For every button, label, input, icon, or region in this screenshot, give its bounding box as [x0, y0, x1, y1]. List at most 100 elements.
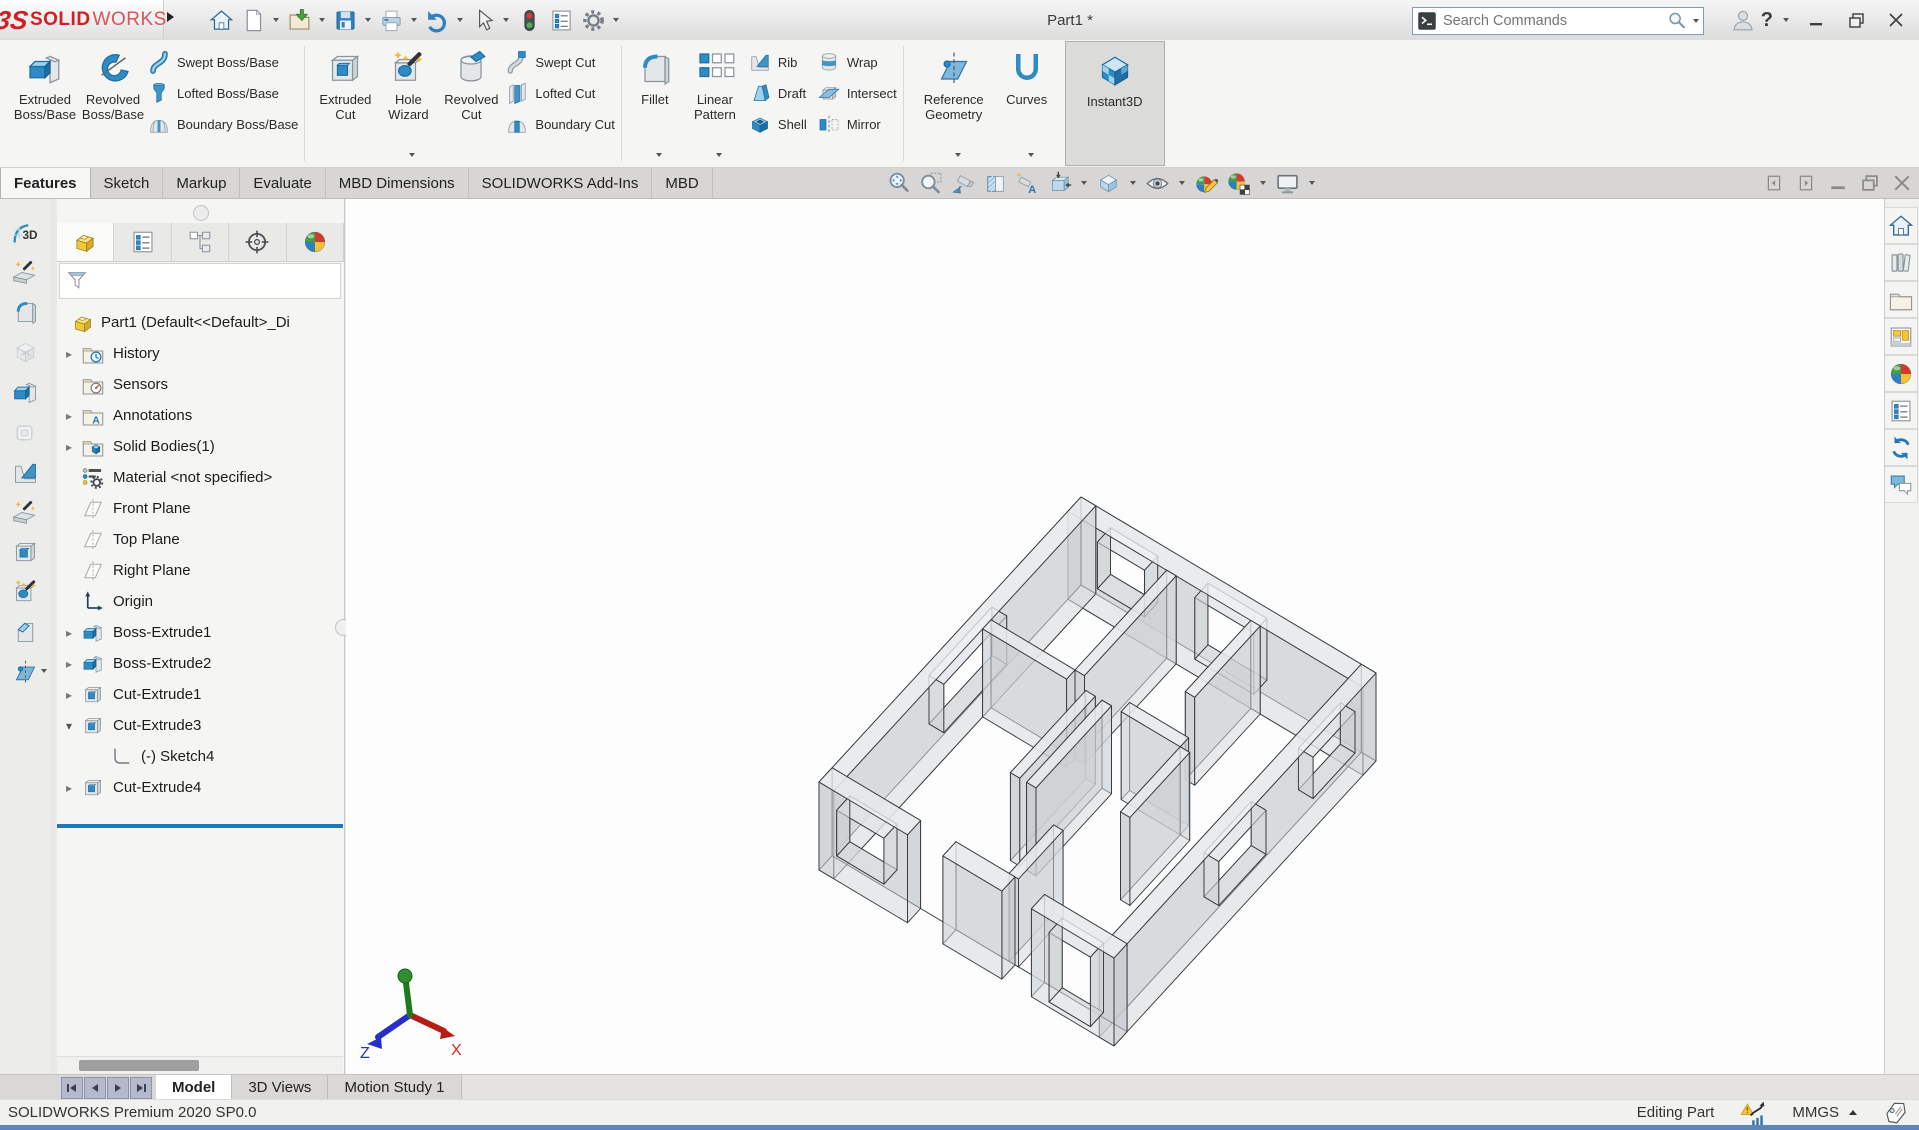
open-button[interactable]: [283, 4, 315, 36]
swept-boss-base-button[interactable]: Swept Boss/Base: [147, 50, 298, 74]
displaymanager-tab[interactable]: [287, 223, 344, 261]
tree-item-boss-extrude1[interactable]: ▸Boss-Extrude1: [57, 617, 344, 648]
tab-sketch[interactable]: Sketch: [91, 168, 164, 198]
reference-geometry-dropdown[interactable]: [955, 153, 961, 157]
tab-solidworks-addins[interactable]: SOLIDWORKS Add-Ins: [469, 168, 653, 198]
tree-item-cut-extrude4[interactable]: ▸Cut-Extrude4: [57, 772, 344, 803]
draft-button[interactable]: Draft: [748, 81, 807, 105]
save-button[interactable]: [329, 4, 361, 36]
tab-mbd[interactable]: MBD: [652, 168, 712, 198]
tab-evaluate[interactable]: Evaluate: [240, 168, 325, 198]
tree-item-cut-extrude1[interactable]: ▸Cut-Extrude1: [57, 679, 344, 710]
tree-item-origin[interactable]: Origin: [57, 586, 344, 617]
new-document-button[interactable]: [237, 4, 269, 36]
tab-model[interactable]: Model: [156, 1075, 232, 1100]
boundary-cut-button[interactable]: Boundary Cut: [505, 112, 615, 136]
section-view-button[interactable]: [981, 169, 1010, 197]
wrap-button[interactable]: Wrap: [817, 50, 897, 74]
performance-feedback-icon[interactable]: [1740, 1100, 1766, 1126]
configurationmanager-tab[interactable]: [172, 223, 229, 261]
swept-cut-button[interactable]: Swept Cut: [505, 50, 615, 74]
help-dropdown[interactable]: [1783, 18, 1789, 22]
tree-item-sensors[interactable]: Sensors: [57, 369, 344, 400]
hole-wizard-dropdown[interactable]: [409, 153, 415, 157]
tree-item-history[interactable]: ▸History: [57, 338, 344, 369]
revolved-cut-button[interactable]: Revolved Cut: [437, 42, 505, 162]
tree-item-annotations[interactable]: ▸Annotations: [57, 400, 344, 431]
tab-mbd-dimensions[interactable]: MBD Dimensions: [326, 168, 469, 198]
tree-filter-field[interactable]: [59, 263, 341, 299]
rib-button[interactable]: Rib: [748, 50, 807, 74]
collapse-pane-left-icon[interactable]: [1765, 174, 1783, 192]
edit-appearance-button[interactable]: [1192, 169, 1221, 197]
previous-view-button[interactable]: [949, 169, 978, 197]
display-style-button[interactable]: [1143, 169, 1172, 197]
shell-shortcut-button[interactable]: [8, 497, 42, 528]
hide-show-items-dropdown[interactable]: [1081, 181, 1087, 185]
file-properties-button[interactable]: [545, 4, 577, 36]
lofted-cut-button[interactable]: Lofted Cut: [505, 81, 615, 105]
view-settings-button[interactable]: [1273, 169, 1302, 197]
instant3d-button[interactable]: Instant3D: [1071, 44, 1159, 164]
reference-geometry-button[interactable]: Reference Geometry: [910, 42, 998, 162]
close-button[interactable]: [1879, 5, 1913, 35]
extruded-cut-button[interactable]: Extruded Cut: [311, 42, 379, 162]
collapse-arrow-icon[interactable]: ▾: [57, 719, 81, 733]
search-scope-icon[interactable]: [1417, 11, 1437, 31]
fillet-shortcut-button[interactable]: [8, 297, 42, 328]
appearances-scenes-button[interactable]: [1885, 355, 1918, 392]
select-dropdown[interactable]: [503, 18, 509, 22]
chamfer-shortcut-button[interactable]: [8, 617, 42, 648]
view-settings-dropdown[interactable]: [1309, 181, 1315, 185]
expand-arrow-icon[interactable]: ▸: [57, 409, 81, 423]
apply-scene-button[interactable]: [1224, 169, 1253, 197]
fillet-button[interactable]: Fillet: [628, 42, 682, 162]
expand-arrow-icon[interactable]: ▸: [57, 657, 81, 671]
print-dropdown[interactable]: [411, 18, 417, 22]
curves-dropdown[interactable]: [1028, 153, 1034, 157]
unit-system-selector[interactable]: MMGS: [1792, 1104, 1857, 1121]
save-dropdown[interactable]: [365, 18, 371, 22]
first-tab-button[interactable]: [61, 1077, 83, 1099]
taskpane-home-button[interactable]: [1885, 207, 1918, 244]
extruded-boss-base-button[interactable]: Extruded Boss/Base: [11, 42, 79, 162]
search-dropdown[interactable]: [1693, 19, 1699, 23]
expand-arrow-icon[interactable]: ▸: [57, 347, 81, 361]
smart-feature-button[interactable]: [8, 257, 42, 288]
tree-root-part[interactable]: Part1 (Default<<Default>_Di: [57, 307, 344, 338]
disabled-cube-button[interactable]: [8, 417, 42, 448]
fillet-dropdown[interactable]: [656, 153, 662, 157]
tab-features[interactable]: Features: [0, 168, 91, 198]
display-style-dropdown[interactable]: [1179, 181, 1185, 185]
view-orientation-button[interactable]: [1094, 169, 1123, 197]
zoom-to-area-button[interactable]: [917, 169, 946, 197]
viewport-canvas-3d-model[interactable]: [346, 199, 1884, 1075]
tag-icon[interactable]: [1883, 1100, 1909, 1126]
comments-button[interactable]: [1885, 466, 1918, 503]
options-dropdown[interactable]: [613, 18, 619, 22]
design-library-button[interactable]: [1885, 244, 1918, 281]
hide-show-items-button[interactable]: [1045, 169, 1074, 197]
doc-close-icon[interactable]: [1893, 174, 1911, 192]
rebuild-button[interactable]: [513, 4, 545, 36]
tree-item-material[interactable]: Material <not specified>: [57, 462, 344, 493]
tree-item-front-plane[interactable]: Front Plane: [57, 493, 344, 524]
tab-markup[interactable]: Markup: [163, 168, 240, 198]
3d-sketch-button[interactable]: [8, 217, 42, 248]
hole-wizard-shortcut-button[interactable]: [8, 577, 42, 608]
previous-tab-button[interactable]: [84, 1077, 106, 1099]
tree-item-right-plane[interactable]: Right Plane: [57, 555, 344, 586]
tree-item-top-plane[interactable]: Top Plane: [57, 524, 344, 555]
graphics-viewport[interactable]: X Z: [346, 199, 1884, 1075]
featuremanager-tab[interactable]: [57, 223, 114, 261]
expand-arrow-icon[interactable]: ▸: [57, 781, 81, 795]
select-button[interactable]: [467, 4, 499, 36]
hole-wizard-button[interactable]: Hole Wizard: [379, 42, 437, 162]
tree-item-solid-bodies[interactable]: ▸Solid Bodies(1): [57, 431, 344, 462]
rib-shortcut-button[interactable]: [8, 457, 42, 488]
revolved-boss-base-button[interactable]: Revolved Boss/Base: [79, 42, 147, 162]
search-input[interactable]: [1441, 12, 1667, 30]
boundary-boss-base-button[interactable]: Boundary Boss/Base: [147, 112, 298, 136]
undo-dropdown[interactable]: [457, 18, 463, 22]
apply-scene-dropdown[interactable]: [1260, 181, 1266, 185]
